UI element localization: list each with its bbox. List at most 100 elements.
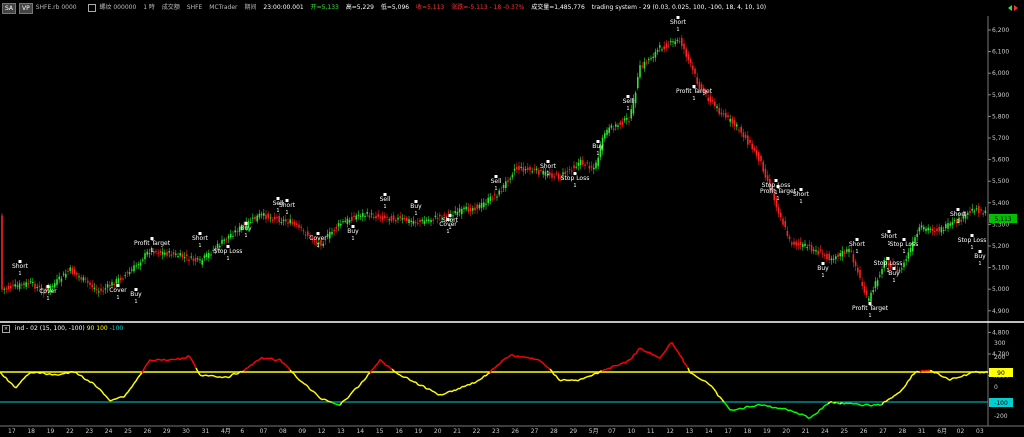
indicator-segment [759,404,763,407]
candle-body [832,258,835,260]
indicator-segment [945,376,949,380]
candle-body [399,216,401,219]
candle-body [903,262,905,268]
candle-body [300,226,302,228]
candle-body [971,208,973,211]
indicator-segment [707,382,711,386]
indicator-segment [949,377,953,381]
indicator-segment [447,390,451,393]
indicator-segment [641,348,645,352]
candle-body [652,56,654,59]
candle-body [285,219,287,222]
indicator-segment [873,403,877,406]
indicator-segment [219,376,223,379]
candle-body [225,239,228,241]
indicator-segment [671,342,675,347]
price-axis-label: 6,100 [992,49,1009,56]
candle-body [799,242,802,246]
date-axis-label: 5月 [588,428,599,435]
indicator-segment [969,371,973,374]
indicator-segment [187,354,191,358]
candle-body [678,41,681,43]
indicator-segment [21,377,25,381]
signal-qty: 1 [692,96,695,102]
signal-qty: 1 [383,204,386,210]
indicator-segment [71,370,75,374]
candle-body [505,181,507,189]
indicator-segment [93,383,97,387]
indicator-segment [921,369,925,372]
indicator-segment [867,403,871,407]
candle-body [764,168,767,178]
indicator-segment [445,391,449,394]
candle-body [368,215,371,218]
candle-body [333,229,335,232]
indicator-segment [633,353,637,356]
indicator-segment [347,394,351,399]
price-axis-label: 6,200 [992,27,1009,34]
candle-body [738,129,740,131]
candle-body [384,215,386,219]
indicator-segment [221,376,225,379]
indicator-title: ind - 02 [14,325,38,332]
candle-body [249,222,252,224]
price-axis-label: 5,900 [992,92,1009,99]
indicator-segment [17,382,21,386]
candle-body [661,49,663,51]
indicator-segment [305,384,309,388]
price-axis-label: 6,000 [992,70,1009,77]
candle-body [729,118,731,122]
candle-body [489,196,492,201]
signal-label: Cover [309,235,327,242]
price-chart[interactable]: Short1Cover1Cover1 Buy1Profit Target1Shor… [0,0,1024,437]
signal-qty: 1 [676,27,679,33]
candle-body [27,283,30,285]
indicator-segment [547,367,551,370]
candle-body [412,220,415,224]
indicator-axis-label: -200 [994,413,1008,420]
indicator-segment [979,371,983,374]
indicator-segment [117,396,121,399]
indicator-segment [983,370,987,374]
candle-body [920,225,923,228]
candle-body [54,283,56,288]
indicator-segment [901,387,905,391]
candle-body [454,211,456,214]
candle-body [480,202,483,208]
date-axis-label: 23 [85,428,94,435]
indicator-segment [797,413,801,416]
candle-body [353,215,355,217]
indicator-segment [213,375,217,378]
indicator-segment [909,374,913,380]
candle-body [144,253,146,260]
candle-body [579,159,582,166]
candle-body [931,228,934,232]
candle-body [51,285,54,287]
candle-body [535,168,538,171]
candle-body [940,227,943,233]
indicator-segment [459,386,463,390]
indicator-segment [775,406,779,410]
indicator-segment [859,404,863,407]
date-axis-label: 6月 [937,428,948,435]
indicator-segment [507,355,511,359]
indicator-segment [737,407,741,410]
candle-body [395,220,397,222]
candle-body [377,214,379,217]
indicator-segment [749,405,753,408]
candle-body [274,216,276,220]
candle-body [953,220,956,222]
indicator-segment [155,358,159,361]
indicator-segment [891,395,895,399]
indicator-segment [711,386,715,390]
indicator-segment [795,411,799,415]
indicator-segment [549,368,553,372]
candle-body [337,223,340,227]
candle-body [60,278,63,282]
candle-body [828,253,830,260]
close-icon[interactable]: × [2,325,10,333]
candle-body [304,234,307,236]
indicator-segment [257,358,261,362]
signal-qty: 1 [970,245,973,251]
candle-body [417,222,419,224]
